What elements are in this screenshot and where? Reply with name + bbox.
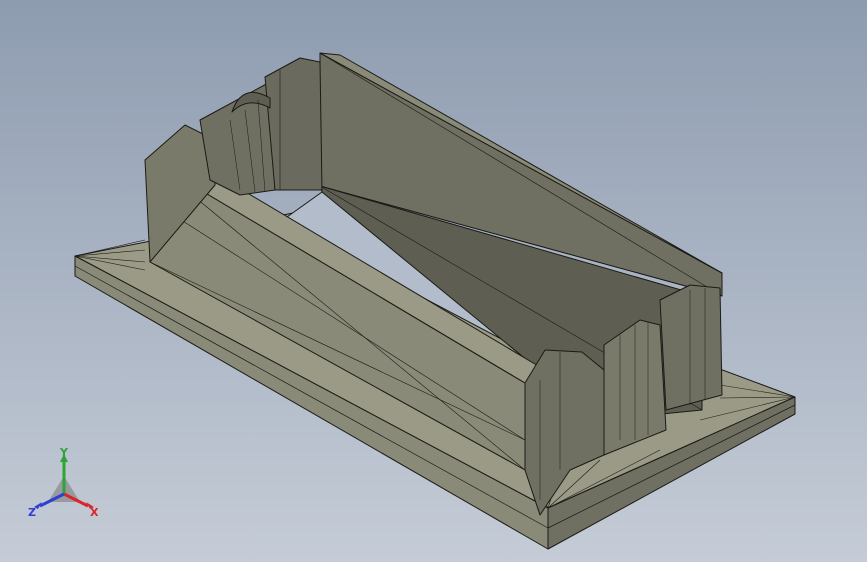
x-axis-label: X	[90, 506, 99, 519]
3d-viewport[interactable]: Y X Z	[0, 0, 867, 562]
z-axis-label: Z	[28, 506, 36, 519]
y-axis-label: Y	[59, 446, 69, 459]
cad-part-model[interactable]	[0, 0, 867, 562]
orientation-triad[interactable]: Y X Z	[22, 446, 108, 526]
